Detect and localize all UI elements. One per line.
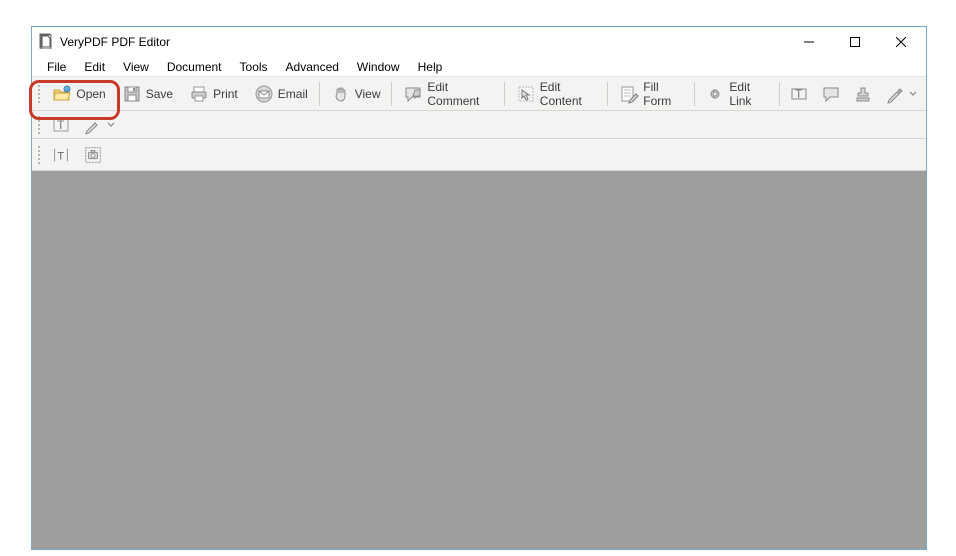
text-select-icon: T	[51, 145, 71, 165]
folder-open-icon	[52, 84, 72, 104]
toolbar-grip[interactable]	[36, 144, 42, 166]
speech-bubble-icon	[821, 84, 841, 104]
text-cursor-icon: T	[51, 115, 71, 135]
toolbar-separator	[694, 82, 695, 106]
pencil-tool-button[interactable]	[880, 81, 922, 107]
toolbar-separator	[391, 82, 392, 106]
pencil-icon	[885, 84, 905, 104]
svg-text:T: T	[795, 87, 803, 101]
save-button[interactable]: Save	[115, 81, 180, 107]
toolbar-separator	[504, 82, 505, 106]
minimize-button[interactable]	[786, 28, 832, 56]
save-icon	[122, 84, 142, 104]
comment-icon	[403, 84, 423, 104]
view-label: View	[355, 87, 381, 101]
titlebar: VeryPDF PDF Editor	[32, 27, 926, 57]
note-tool-button[interactable]	[816, 81, 846, 107]
edit-comment-label: Edit Comment	[427, 80, 493, 108]
edit-comment-button[interactable]: Edit Comment	[396, 81, 500, 107]
menu-advanced[interactable]: Advanced	[277, 58, 348, 76]
menu-window[interactable]: Window	[348, 58, 409, 76]
chevron-down-icon	[107, 121, 115, 129]
close-button[interactable]	[878, 28, 924, 56]
stamp-tool-button[interactable]	[848, 81, 878, 107]
menubar: File Edit View Document Tools Advanced W…	[32, 57, 926, 77]
pencil-icon	[83, 115, 103, 135]
toolbar-grip[interactable]	[36, 114, 42, 136]
link-icon	[705, 84, 725, 104]
menu-file[interactable]: File	[38, 58, 75, 76]
menu-edit[interactable]: Edit	[75, 58, 114, 76]
menu-document[interactable]: Document	[158, 58, 231, 76]
print-button[interactable]: Print	[182, 81, 245, 107]
edit-content-label: Edit Content	[540, 80, 597, 108]
email-icon	[254, 84, 274, 104]
app-icon	[38, 33, 54, 52]
fill-form-button[interactable]: Fill Form	[612, 81, 689, 107]
window-controls	[786, 28, 924, 56]
fill-form-label: Fill Form	[643, 80, 682, 108]
chevron-down-icon	[909, 90, 917, 98]
text-tool-button[interactable]: T	[46, 112, 76, 138]
printer-icon	[189, 84, 209, 104]
toolbar-separator	[319, 82, 320, 106]
menu-view[interactable]: View	[114, 58, 158, 76]
email-button[interactable]: Email	[247, 81, 315, 107]
print-label: Print	[213, 87, 238, 101]
third-toolbar: T	[32, 139, 926, 171]
open-button[interactable]: Open	[45, 81, 112, 107]
menu-help[interactable]: Help	[409, 58, 452, 76]
open-label: Open	[76, 87, 105, 101]
edit-link-button[interactable]: Edit Link	[698, 81, 775, 107]
toolbar-separator	[779, 82, 780, 106]
save-label: Save	[146, 87, 173, 101]
drawing-tool-button[interactable]	[78, 112, 120, 138]
svg-text:T: T	[57, 150, 64, 162]
maximize-button[interactable]	[832, 28, 878, 56]
text-select-tool-button[interactable]: T	[46, 142, 76, 168]
email-label: Email	[278, 87, 308, 101]
edit-link-label: Edit Link	[729, 80, 768, 108]
hand-icon	[331, 84, 351, 104]
form-pencil-icon	[619, 84, 639, 104]
main-toolbar: Open Save Print	[32, 77, 926, 111]
document-area	[32, 171, 926, 549]
toolbar-grip[interactable]	[36, 83, 41, 105]
camera-icon	[83, 145, 103, 165]
cursor-edit-icon	[516, 84, 536, 104]
stamp-icon	[853, 84, 873, 104]
application-window: VeryPDF PDF Editor File Edit View Docume…	[31, 26, 927, 550]
text-box-tool-button[interactable]: T	[784, 81, 814, 107]
window-title: VeryPDF PDF Editor	[60, 35, 170, 49]
toolbar-separator	[607, 82, 608, 106]
view-button[interactable]: View	[324, 81, 388, 107]
secondary-toolbar: T	[32, 111, 926, 139]
edit-content-button[interactable]: Edit Content	[509, 81, 604, 107]
svg-text:T: T	[57, 118, 65, 132]
menu-tools[interactable]: Tools	[231, 58, 277, 76]
snapshot-tool-button[interactable]	[78, 142, 108, 168]
textbox-icon: T	[789, 84, 809, 104]
